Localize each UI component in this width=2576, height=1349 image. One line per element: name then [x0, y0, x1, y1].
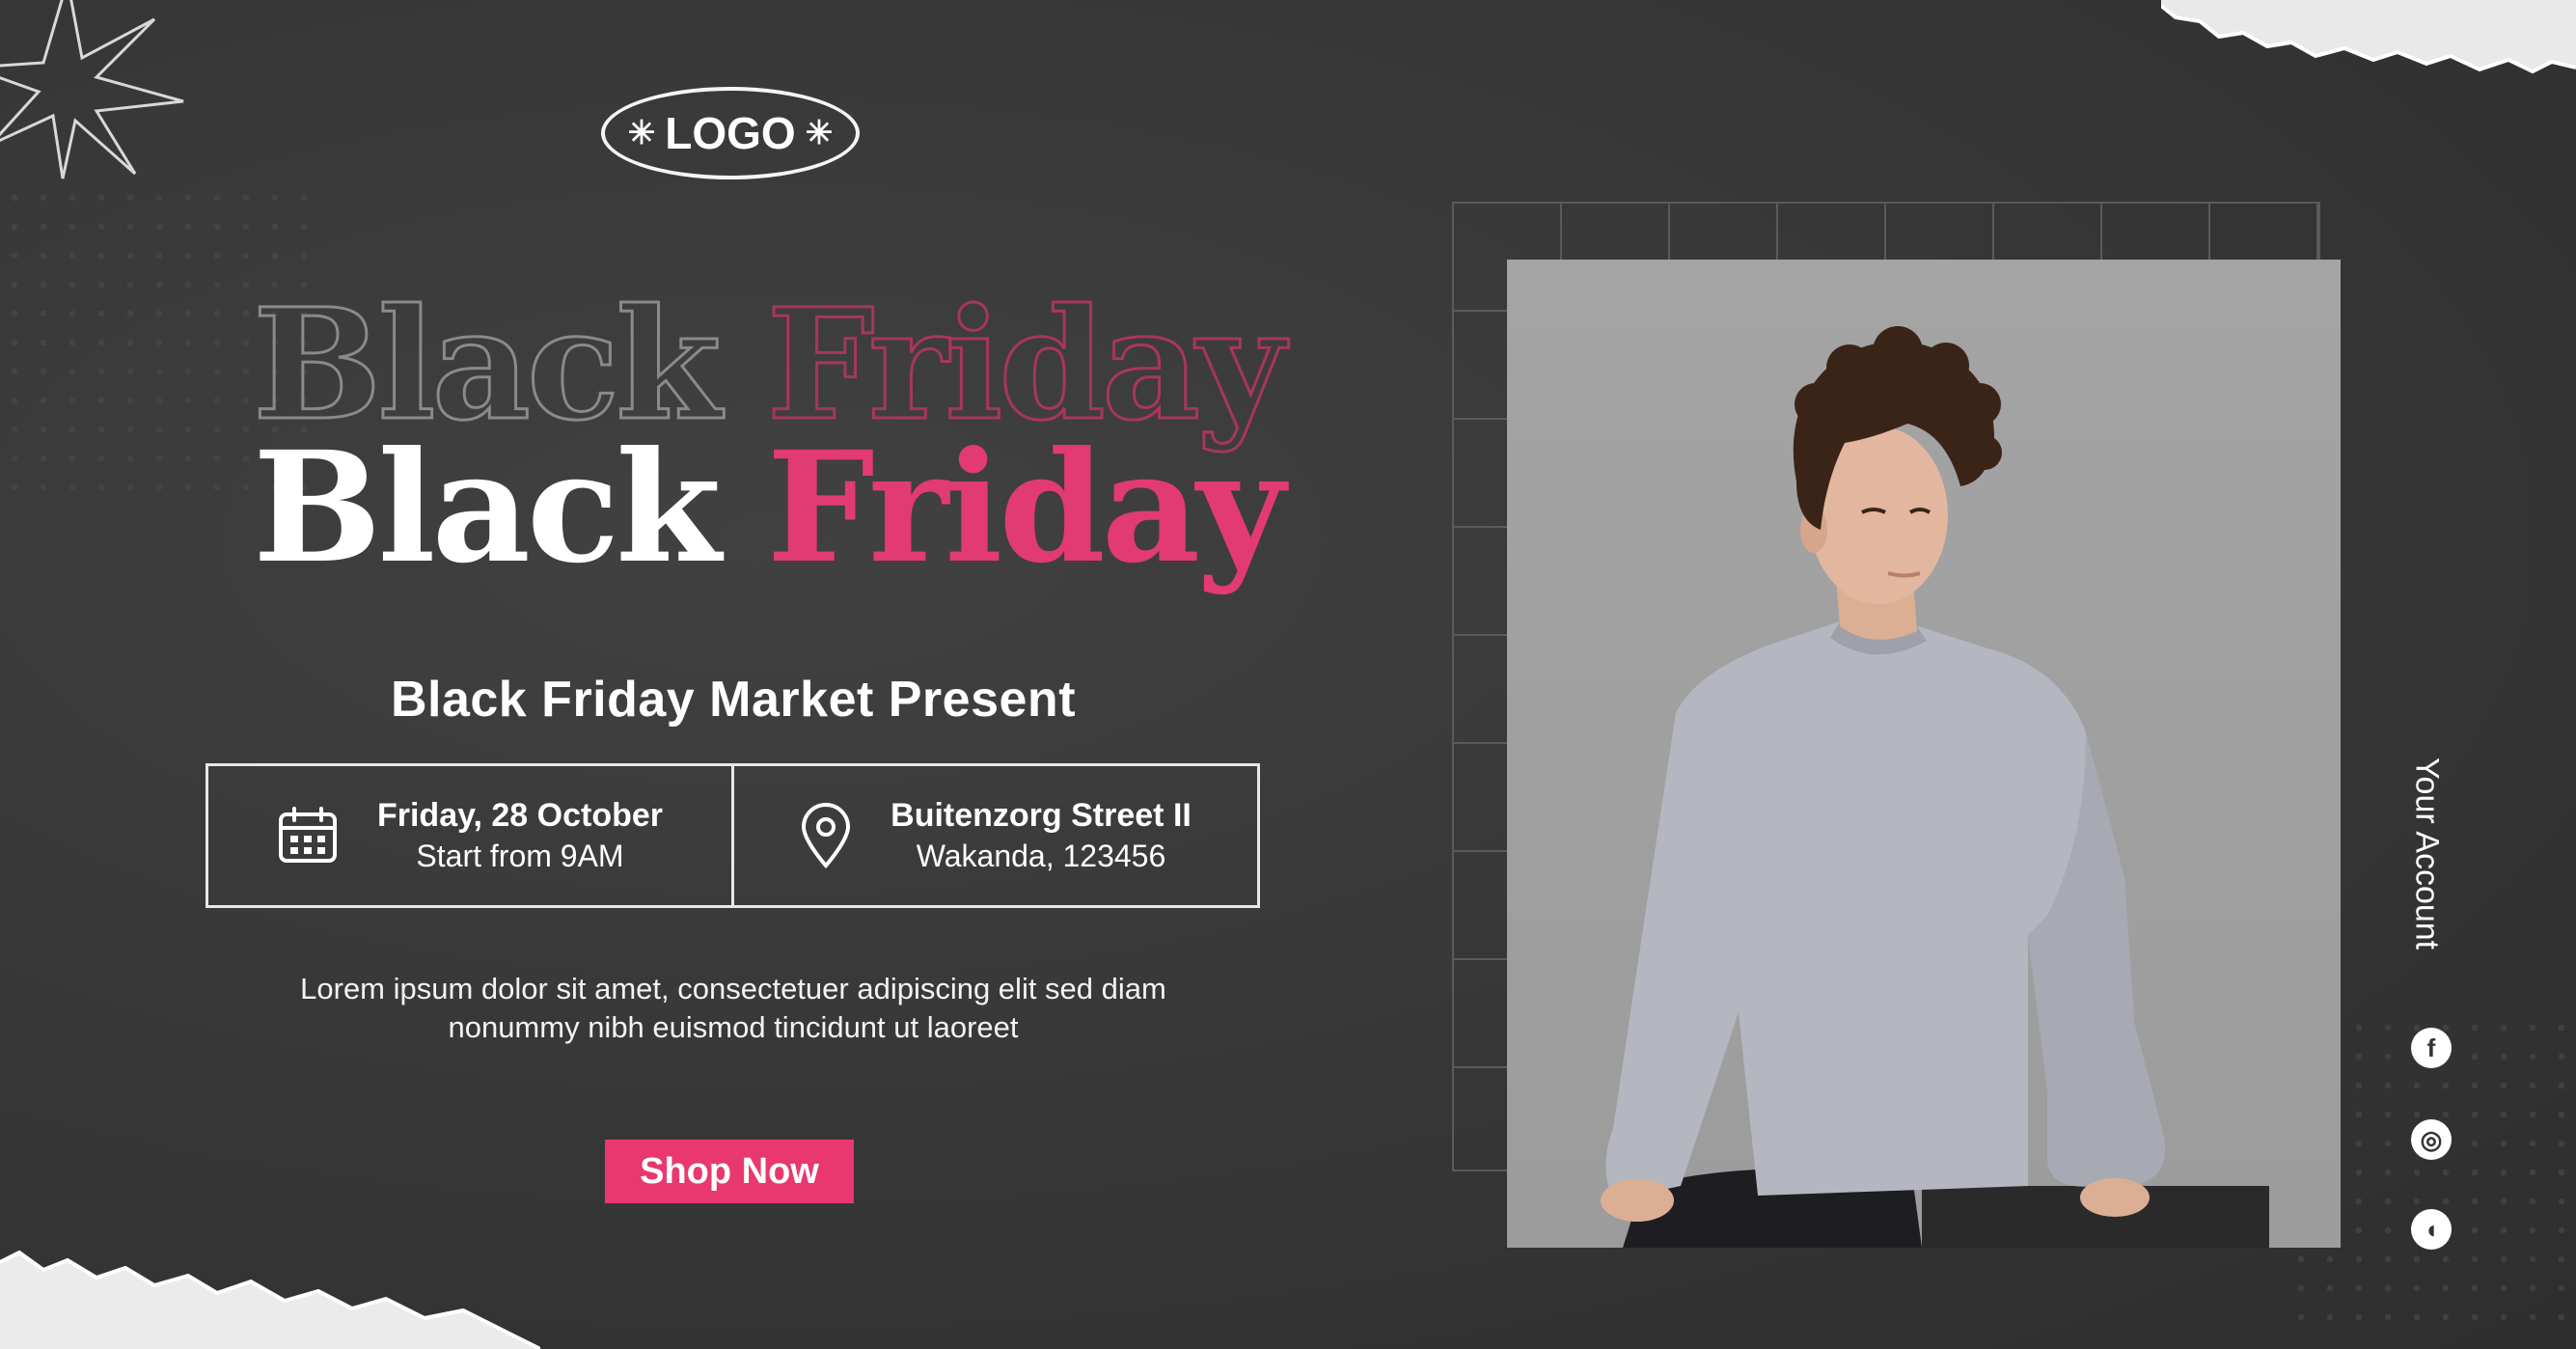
description-text: Lorem ipsum dolor sit amet, consectetuer… [203, 970, 1264, 1047]
event-city: Wakanda, 123456 [916, 839, 1166, 873]
event-date-text: Friday, 28 October Start from 9AM [377, 797, 663, 874]
description-line-2: nonummy nibh euismod tincidunt ut laoree… [448, 1010, 1019, 1044]
model-photo [1507, 260, 2341, 1248]
model-illustration [1601, 326, 2269, 1248]
black-friday-banner: ✳ LOGO ✳ Black Friday Black Friday Black… [0, 0, 2576, 1349]
starburst-decoration-icon [0, 0, 184, 179]
event-location-cell: Buitenzorg Street II Wakanda, 123456 [731, 766, 1257, 905]
facebook-icon[interactable]: f [2411, 1028, 2452, 1068]
brand-logo[interactable]: ✳ LOGO ✳ [601, 87, 860, 179]
torn-paper-bottom-decoration [0, 1250, 540, 1349]
event-date-cell: Friday, 28 October Start from 9AM [208, 766, 731, 905]
your-account-link[interactable]: Your Account [2398, 738, 2455, 970]
event-location-text: Buitenzorg Street II Wakanda, 123456 [891, 797, 1192, 874]
shop-now-button[interactable]: Shop Now [605, 1140, 854, 1203]
event-info-box: Friday, 28 October Start from 9AM Buiten… [206, 763, 1260, 908]
headline-word-black: Black [253, 419, 722, 597]
location-pin-icon [802, 803, 851, 869]
calendar-icon [278, 807, 337, 863]
headline-main: Black Friday [253, 432, 1285, 585]
event-time: Start from 9AM [416, 839, 624, 873]
logo-text: LOGO [665, 108, 796, 158]
event-address: Buitenzorg Street II [891, 797, 1192, 834]
headline-word-friday: Friday [766, 419, 1285, 597]
description-line-1: Lorem ipsum dolor sit amet, consectetuer… [300, 972, 1166, 1005]
instagram-icon[interactable]: ◎ [2411, 1119, 2452, 1160]
event-subtitle: Black Friday Market Present [390, 672, 1077, 728]
sparkle-icon: ✳ [805, 115, 834, 151]
sparkle-icon: ✳ [627, 115, 656, 151]
chat-icon[interactable]: ◖ [2411, 1209, 2452, 1250]
torn-paper-top-decoration [2161, 0, 2576, 74]
event-date: Friday, 28 October [376, 797, 664, 834]
